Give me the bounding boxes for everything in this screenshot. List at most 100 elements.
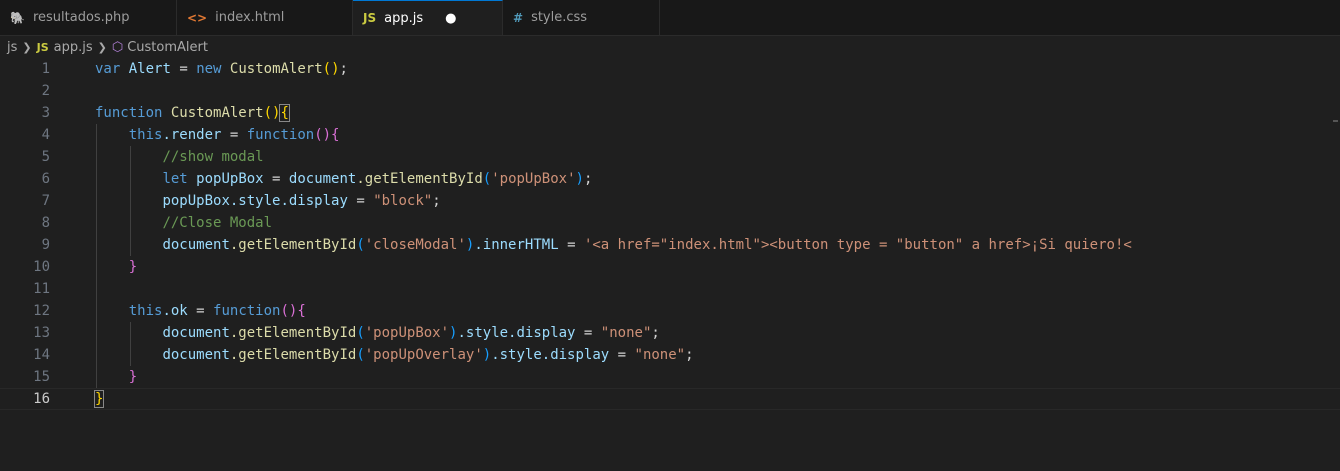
code-text: function CustomAlert(){ [50,102,290,124]
token-operator: = [221,127,247,143]
code-line[interactable]: 15 } [0,366,1340,388]
code-line-current[interactable]: 16 } [0,388,1340,410]
token-string: 'popUpOverlay' [364,347,483,363]
line-number: 14 [33,347,50,363]
indent-guide [130,234,131,256]
tab-style-css[interactable]: # style.css [503,0,660,35]
tab-label: app.js [384,10,424,26]
line-number: 1 [41,61,50,77]
token-operator: = [263,171,289,187]
code-line[interactable]: 12 this.ok = function(){ [0,300,1340,322]
token-string: "block" [373,193,433,209]
editor-tab-bar: 🐘 resultados.php <> index.html JS app.js… [0,0,1340,36]
token-keyword: var [95,61,121,77]
line-number: 3 [41,105,50,121]
code-editor[interactable]: 1 var Alert = new CustomAlert(); 2 3 fun… [0,58,1340,410]
token-bracket: ) [482,347,492,363]
code-line[interactable]: 13 document.getElementById('popUpBox').s… [0,322,1340,344]
code-line[interactable]: 11 [0,278,1340,300]
token-function: .getElementById [356,171,483,187]
tab-label: index.html [215,10,285,25]
token-string: '<a href="index.html"><button type = "bu… [583,237,1132,253]
token-bracket: () [322,61,340,77]
code-line[interactable]: 6 let popUpBox = document.getElementById… [0,168,1340,190]
token-function: .getElementById [229,347,357,363]
line-number: 15 [33,369,50,385]
indent-guide [130,322,131,344]
code-text: //Close Modal [50,212,272,234]
code-line[interactable]: 2 [0,80,1340,102]
code-text: document.getElementById('popUpBox').styl… [50,322,660,344]
code-line[interactable]: 8 //Close Modal [0,212,1340,234]
token-operator: = [558,237,584,253]
line-number: 10 [33,259,50,275]
token-string: 'popUpBox' [491,171,576,187]
token-keyword: function [246,127,315,143]
token-bracket: ( [356,347,365,363]
token-bracket: ( [356,237,365,253]
tab-app-js[interactable]: JS app.js ● [353,0,503,35]
token-string: "none" [600,325,652,341]
token-operator: = [347,193,374,209]
unsaved-dot-icon[interactable]: ● [445,11,456,26]
code-text: var Alert = new CustomAlert(); [50,58,348,80]
token-punct: ; [339,61,348,77]
token-keyword: this [128,303,163,319]
indent-guide [96,146,97,168]
chevron-right-icon: ❯ [97,40,107,54]
code-text: } [50,256,137,278]
code-text: popUpBox.style.display = "block"; [50,190,441,212]
token-keyword: let [162,171,188,187]
token-bracket: () [280,303,298,319]
token-keyword: function [95,105,163,121]
chevron-right-icon: ❯ [22,40,32,54]
token-comment: //Close Modal [162,215,273,231]
token-operator: = [609,347,635,363]
code-line[interactable]: 9 document.getElementById('closeModal').… [0,234,1340,256]
php-elephant-icon: 🐘 [10,10,25,25]
line-number: 11 [33,281,50,297]
line-number: 5 [41,149,50,165]
code-line[interactable]: 3 function CustomAlert(){ [0,102,1340,124]
breadcrumb-folder[interactable]: js [7,40,17,55]
token-property: .style.display [229,193,348,209]
tab-index-html[interactable]: <> index.html [177,0,353,35]
breadcrumb-symbol[interactable]: CustomAlert [127,40,208,55]
line-number: 6 [41,171,50,187]
indent-guide [96,300,97,322]
breadcrumb-file[interactable]: app.js [54,40,93,55]
code-text: let popUpBox = document.getElementById('… [50,168,592,190]
code-line[interactable]: 4 this.render = function(){ [0,124,1340,146]
token-operator: = [575,325,601,341]
token-keyword: new [196,61,222,77]
indent-guide [130,168,131,190]
code-text: } [50,389,105,409]
token-bracket: () [314,127,332,143]
code-line[interactable]: 14 document.getElementById('popUpOverlay… [0,344,1340,366]
indent-guide [96,212,97,234]
indent-guide [96,344,97,366]
token-punct: ; [583,171,593,187]
code-line[interactable]: 1 var Alert = new CustomAlert(); [0,58,1340,80]
symbol-method-icon: ⬡ [111,39,124,55]
line-number: 12 [33,303,50,319]
token-bracket: ) [575,171,584,187]
token-punct: ; [432,193,441,209]
line-number: 16 [33,391,50,407]
code-line[interactable]: 5 //show modal [0,146,1340,168]
token-operator: = [187,303,214,319]
line-number: 7 [41,193,50,209]
tab-resultados-php[interactable]: 🐘 resultados.php [0,0,177,35]
code-line[interactable]: 7 popUpBox.style.display = "block"; [0,190,1340,212]
indent-guide [96,322,97,344]
token-function: .getElementById [229,237,357,253]
code-text: this.ok = function(){ [50,300,306,322]
token-property: .render [162,127,222,143]
indent-guide [96,278,97,300]
indent-guide [130,344,131,366]
token-variable: popUpBox [196,171,264,187]
token-property: .style.display [457,325,576,341]
token-bracket: } [128,259,138,275]
code-line[interactable]: 10 } [0,256,1340,278]
tab-label: style.css [531,10,588,25]
